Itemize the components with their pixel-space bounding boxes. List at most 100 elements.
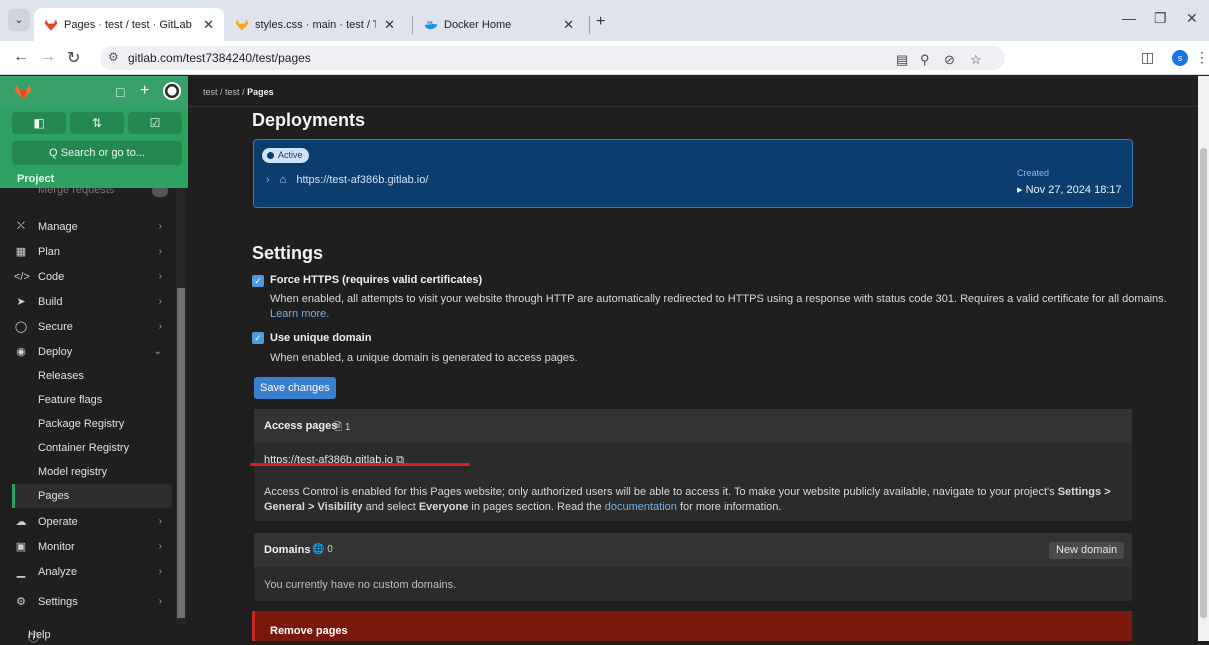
chevron-right-icon: ›	[158, 516, 162, 527]
browser-tab-pages[interactable]: Pages · test / test · GitLab ✕	[34, 8, 224, 41]
tab-close-icon[interactable]: ✕	[384, 17, 395, 33]
sidebar-item-secure[interactable]: ◯ Secure ›	[0, 314, 172, 339]
count-badge	[152, 188, 168, 197]
page-scrollbar-thumb[interactable]	[1200, 148, 1207, 618]
main-content: test / test / Pages Deployments Active ›…	[188, 76, 1198, 641]
sidebar-item-label: Secure	[38, 320, 73, 333]
sidebar-item-monitor[interactable]: ▣ Monitor ›	[0, 534, 172, 559]
forward-icon[interactable]: →	[40, 48, 56, 66]
sidebar-item-label: Settings	[38, 595, 78, 608]
chevron-right-icon[interactable]: ›	[266, 174, 270, 186]
site-info-icon[interactable]: ⚙	[108, 50, 119, 64]
save-changes-button[interactable]: Save changes	[254, 377, 336, 399]
sidebar-header: □ +	[0, 76, 188, 108]
breadcrumb-namespace[interactable]: test	[203, 87, 218, 97]
status-badge: Active	[262, 148, 309, 163]
chart-icon: ▁	[16, 566, 26, 578]
sidebar-item-plan[interactable]: ▦ Plan ›	[0, 239, 172, 264]
sidebar-item-label: Analyze	[38, 565, 78, 578]
user-avatar[interactable]	[163, 82, 181, 100]
unique-domain-label: Use unique domain	[270, 332, 372, 344]
sidebar-item-deploy[interactable]: ◉ Deploy ⌄	[0, 339, 172, 364]
access-control-notice: Access Control is enabled for this Pages…	[264, 485, 1124, 515]
reload-icon[interactable]: ↻	[67, 48, 80, 68]
breadcrumb-project[interactable]: test	[225, 87, 240, 97]
sidebar-subitem-pages[interactable]: Pages	[38, 490, 69, 502]
sidebar-subitem-releases[interactable]: Releases	[38, 370, 84, 382]
sidebar-subitem-model-registry[interactable]: Model registry	[38, 466, 107, 478]
access-pages-count: 🖹 1	[334, 420, 350, 437]
create-new-icon[interactable]: +	[140, 82, 149, 100]
documentation-link[interactable]: documentation	[605, 501, 677, 513]
new-tab-icon[interactable]: +	[596, 13, 605, 31]
sidebar-item-label: Deploy	[38, 345, 73, 358]
force-https-help: When enabled, all attempts to visit your…	[270, 293, 1167, 305]
domains-empty-text: You currently have no custom domains.	[264, 579, 457, 591]
sidebar-item-build[interactable]: ➤ Build ›	[0, 289, 172, 314]
created-date-text: Nov 27, 2024 18:17	[1025, 184, 1122, 196]
shield-icon: ◯	[14, 321, 28, 333]
sidebar-item-code[interactable]: </> Code ›	[0, 264, 172, 289]
address-bar[interactable]: ⚙ gitlab.com/test7384240/test/pages ▤ ⚲ …	[100, 46, 1005, 70]
created-label: Created	[1017, 168, 1050, 178]
tab-separator	[589, 16, 590, 34]
annotation-underline	[250, 463, 470, 466]
cast-icon[interactable]: ▤	[896, 52, 908, 68]
merge-requests-shortcut-icon[interactable]: ⇅	[70, 112, 124, 134]
sidebar-item-operate[interactable]: ☁ Operate ›	[0, 509, 172, 534]
active-item-highlight	[12, 484, 172, 508]
profile-avatar[interactable]: s	[1172, 50, 1188, 66]
search-or-go-to-button[interactable]: Q Search or go to...	[12, 141, 182, 165]
zoom-icon[interactable]: ⚲	[920, 52, 930, 68]
status-badge-label: Active	[278, 150, 303, 160]
todos-shortcut-icon[interactable]: ☑	[128, 112, 182, 134]
sidebar-item-manage[interactable]: ⛌ Manage ›	[0, 214, 172, 239]
back-icon[interactable]: ←	[13, 48, 29, 66]
sidebar-item-analyze[interactable]: ▁ Analyze ›	[0, 559, 172, 584]
tab-search-icon[interactable]: ⌄	[8, 9, 30, 31]
notice-everyone: Everyone	[418, 501, 469, 513]
tab-close-icon[interactable]: ✕	[203, 17, 214, 33]
restore-icon[interactable]: ❐	[1154, 10, 1167, 27]
header-divider	[188, 106, 1198, 107]
sidebar-nav-list: Merge requests ⛌ Manage › ▦ Plan › </> C…	[0, 188, 188, 641]
minimize-icon[interactable]: —	[1122, 10, 1136, 26]
sidebar-toggle-icon[interactable]: □	[116, 84, 124, 100]
sidebar-subitem-container-registry[interactable]: Container Registry	[38, 442, 129, 454]
sidebar-subitem-feature-flags[interactable]: Feature flags	[38, 394, 102, 406]
window-close-icon[interactable]: ✕	[1186, 10, 1198, 27]
extensions-icon[interactable]: ◫	[1141, 49, 1154, 66]
sidebar-item-merge-requests[interactable]: Merge requests	[38, 188, 114, 196]
issues-shortcut-icon[interactable]: ◧	[12, 112, 66, 134]
deployment-url[interactable]: https://test-af386b.gitlab.io/	[296, 174, 428, 186]
unique-domain-checkbox[interactable]: ✓	[252, 332, 264, 344]
sidebar-subitem-package-registry[interactable]: Package Registry	[38, 418, 124, 430]
gitlab-favicon-icon	[44, 18, 58, 31]
gitlab-logo-icon[interactable]	[14, 83, 32, 101]
tracking-icon[interactable]: ⊘	[944, 52, 955, 68]
browser-tab-docker[interactable]: Docker Home ✕	[414, 8, 584, 41]
notice-text: and select	[362, 501, 419, 513]
gitlab-sidebar: □ + ◧ ⇅ ☑ Q Search or go to... Project M…	[0, 76, 188, 644]
chevron-right-icon: ›	[158, 221, 162, 232]
bookmark-star-icon[interactable]: ☆	[970, 52, 982, 68]
deployment-row[interactable]: › ⌂ https://test-af386b.gitlab.io/	[266, 174, 428, 186]
sidebar-item-label: Build	[38, 295, 63, 308]
new-domain-button[interactable]: New domain	[1049, 542, 1125, 559]
force-https-checkbox[interactable]: ✓	[252, 275, 264, 287]
tab-close-icon[interactable]: ✕	[563, 17, 574, 33]
sidebar-item-settings[interactable]: ⚙ Settings ›	[0, 589, 172, 614]
notice-text: Access Control is enabled for this Pages…	[264, 486, 1058, 498]
browser-menu-icon[interactable]: ⋮	[1195, 49, 1209, 66]
remove-pages-panel: Remove pages	[252, 611, 1132, 641]
play-icon: ▸	[1017, 184, 1026, 196]
count-value: 0	[327, 544, 333, 555]
tab-title: Docker Home	[444, 18, 512, 31]
browser-toolbar: ← → ↻ ⚙ gitlab.com/test7384240/test/page…	[0, 41, 1209, 75]
help-button[interactable]: ⓘ Help	[0, 627, 188, 644]
home-icon: ⌂	[279, 174, 287, 186]
sidebar-scrollbar-thumb[interactable]	[177, 288, 185, 618]
browser-tab-styles[interactable]: styles.css · main · test / Testing ✕	[225, 8, 405, 41]
learn-more-link[interactable]: Learn more.	[270, 308, 329, 320]
browser-tab-strip: ⌄ Pages · test / test · GitLab ✕ styles.…	[0, 0, 1209, 41]
